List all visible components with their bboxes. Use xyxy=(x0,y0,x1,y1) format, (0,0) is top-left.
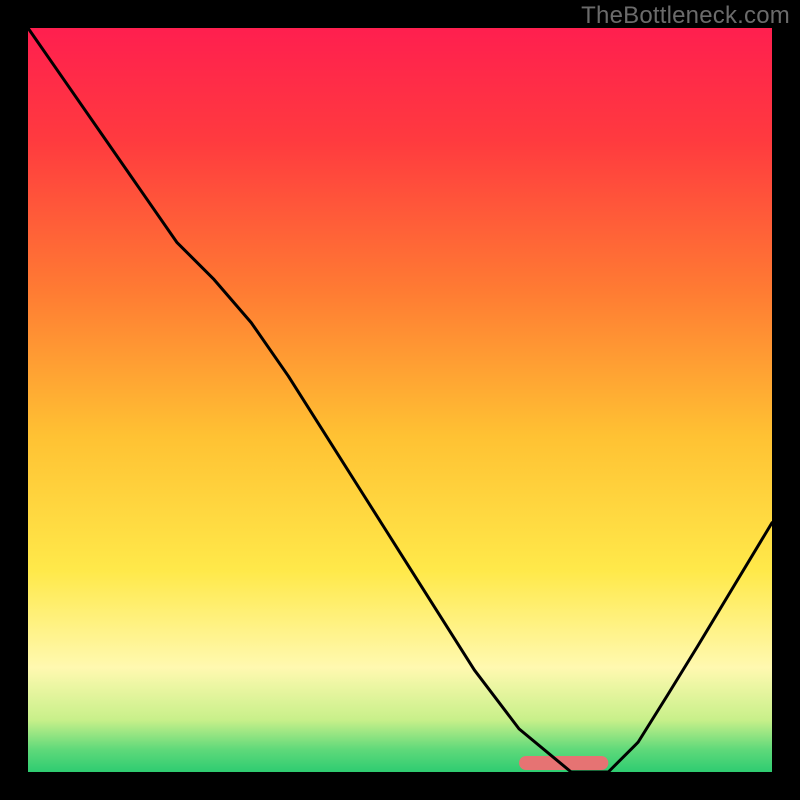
chart-svg xyxy=(0,0,800,800)
bottleneck-chart: TheBottleneck.com xyxy=(0,0,800,800)
watermark-label: TheBottleneck.com xyxy=(581,2,790,30)
optimal-range-marker xyxy=(519,756,608,770)
plot-area xyxy=(28,28,772,772)
